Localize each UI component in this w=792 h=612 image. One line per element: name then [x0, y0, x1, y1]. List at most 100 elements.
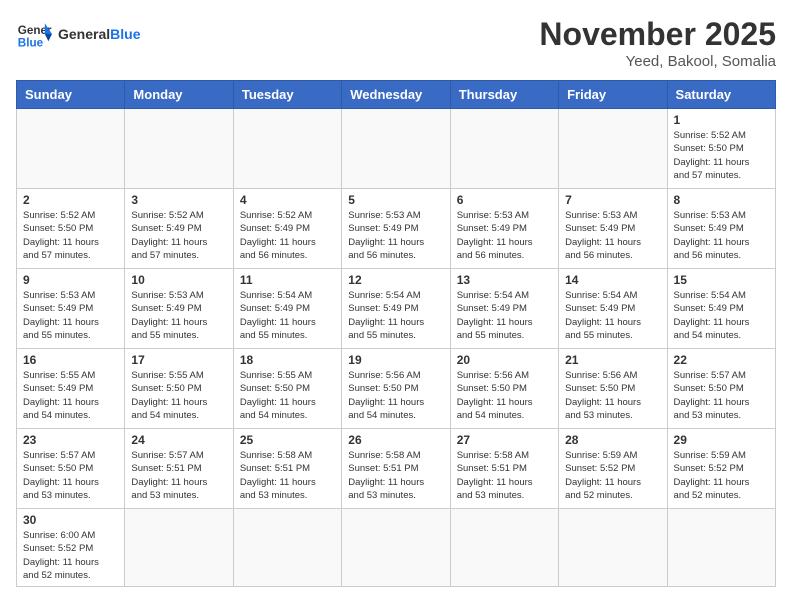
calendar-cell: 30 Sunrise: 6:00 AM Sunset: 5:52 PM Dayli… [17, 509, 125, 587]
calendar-cell [559, 109, 667, 189]
calendar-cell: 18 Sunrise: 5:55 AM Sunset: 5:50 PM Dayli… [233, 349, 341, 429]
day-number: 27 [457, 433, 552, 447]
day-info: Sunrise: 5:54 AM Sunset: 5:49 PM Dayligh… [457, 289, 552, 342]
calendar-table: SundayMondayTuesdayWednesdayThursdayFrid… [16, 80, 776, 587]
day-number: 4 [240, 193, 335, 207]
day-number: 5 [348, 193, 443, 207]
calendar-cell: 17 Sunrise: 5:55 AM Sunset: 5:50 PM Dayli… [125, 349, 233, 429]
calendar-cell: 9 Sunrise: 5:53 AM Sunset: 5:49 PM Daylig… [17, 269, 125, 349]
day-info: Sunrise: 5:55 AM Sunset: 5:50 PM Dayligh… [240, 369, 335, 422]
calendar-cell: 23 Sunrise: 5:57 AM Sunset: 5:50 PM Dayli… [17, 429, 125, 509]
calendar-cell [559, 509, 667, 587]
day-info: Sunrise: 5:57 AM Sunset: 5:50 PM Dayligh… [23, 449, 118, 502]
day-number: 19 [348, 353, 443, 367]
day-number: 12 [348, 273, 443, 287]
day-info: Sunrise: 5:57 AM Sunset: 5:51 PM Dayligh… [131, 449, 226, 502]
day-number: 18 [240, 353, 335, 367]
day-number: 16 [23, 353, 118, 367]
calendar-cell: 20Sunrise: 5:56 AM Sunset: 5:50 PM Dayli… [450, 349, 558, 429]
day-info: Sunrise: 5:56 AM Sunset: 5:50 PM Dayligh… [565, 369, 660, 422]
weekday-header-sunday: Sunday [17, 81, 125, 109]
day-number: 29 [674, 433, 769, 447]
calendar-cell: 27 Sunrise: 5:58 AM Sunset: 5:51 PM Dayli… [450, 429, 558, 509]
svg-text:Blue: Blue [18, 37, 44, 50]
day-info: Sunrise: 5:55 AM Sunset: 5:50 PM Dayligh… [131, 369, 226, 422]
day-info: Sunrise: 5:52 AM Sunset: 5:50 PM Dayligh… [23, 209, 118, 262]
day-info: Sunrise: 5:54 AM Sunset: 5:49 PM Dayligh… [240, 289, 335, 342]
day-number: 10 [131, 273, 226, 287]
day-info: Sunrise: 5:53 AM Sunset: 5:49 PM Dayligh… [565, 209, 660, 262]
weekday-header-saturday: Saturday [667, 81, 775, 109]
day-number: 24 [131, 433, 226, 447]
weekday-header-friday: Friday [559, 81, 667, 109]
calendar-cell [233, 109, 341, 189]
day-number: 26 [348, 433, 443, 447]
calendar-cell [667, 509, 775, 587]
day-info: Sunrise: 5:56 AM Sunset: 5:50 PM Dayligh… [457, 369, 552, 422]
title-block: November 2025 Yeed, Bakool, Somalia [539, 16, 776, 70]
calendar-cell: 21 Sunrise: 5:56 AM Sunset: 5:50 PM Dayli… [559, 349, 667, 429]
location-subtitle: Yeed, Bakool, Somalia [539, 53, 776, 70]
day-info: Sunrise: 6:00 AM Sunset: 5:52 PM Dayligh… [23, 529, 118, 582]
day-info: Sunrise: 5:58 AM Sunset: 5:51 PM Dayligh… [348, 449, 443, 502]
day-number: 17 [131, 353, 226, 367]
day-number: 14 [565, 273, 660, 287]
calendar-cell [233, 509, 341, 587]
calendar-cell: 1Sunrise: 5:52 AM Sunset: 5:50 PM Daylig… [667, 109, 775, 189]
day-number: 21 [565, 353, 660, 367]
calendar-cell: 26 Sunrise: 5:58 AM Sunset: 5:51 PM Dayli… [342, 429, 450, 509]
calendar-cell: 24 Sunrise: 5:57 AM Sunset: 5:51 PM Dayli… [125, 429, 233, 509]
day-info: Sunrise: 5:54 AM Sunset: 5:49 PM Dayligh… [674, 289, 769, 342]
day-number: 22 [674, 353, 769, 367]
calendar-cell [17, 109, 125, 189]
day-info: Sunrise: 5:53 AM Sunset: 5:49 PM Dayligh… [674, 209, 769, 262]
calendar-cell: 16 Sunrise: 5:55 AM Sunset: 5:49 PM Dayli… [17, 349, 125, 429]
day-info: Sunrise: 5:54 AM Sunset: 5:49 PM Dayligh… [565, 289, 660, 342]
day-number: 13 [457, 273, 552, 287]
calendar-week-row: 16 Sunrise: 5:55 AM Sunset: 5:49 PM Dayli… [17, 349, 776, 429]
month-year-title: November 2025 [539, 16, 776, 53]
day-info: Sunrise: 5:59 AM Sunset: 5:52 PM Dayligh… [565, 449, 660, 502]
day-info: Sunrise: 5:59 AM Sunset: 5:52 PM Dayligh… [674, 449, 769, 502]
calendar-cell: 22 Sunrise: 5:57 AM Sunset: 5:50 PM Dayli… [667, 349, 775, 429]
calendar-cell: 15 Sunrise: 5:54 AM Sunset: 5:49 PM Dayli… [667, 269, 775, 349]
calendar-cell: 5 Sunrise: 5:53 AM Sunset: 5:49 PM Daylig… [342, 189, 450, 269]
day-number: 23 [23, 433, 118, 447]
calendar-cell [450, 509, 558, 587]
page-header: General Blue GeneralBlue November 2025 Y… [16, 16, 776, 70]
weekday-header-wednesday: Wednesday [342, 81, 450, 109]
day-info: Sunrise: 5:56 AM Sunset: 5:50 PM Dayligh… [348, 369, 443, 422]
day-info: Sunrise: 5:57 AM Sunset: 5:50 PM Dayligh… [674, 369, 769, 422]
day-info: Sunrise: 5:54 AM Sunset: 5:49 PM Dayligh… [348, 289, 443, 342]
day-info: Sunrise: 5:53 AM Sunset: 5:49 PM Dayligh… [348, 209, 443, 262]
day-number: 9 [23, 273, 118, 287]
calendar-cell: 6Sunrise: 5:53 AM Sunset: 5:49 PM Daylig… [450, 189, 558, 269]
calendar-cell: 8 Sunrise: 5:53 AM Sunset: 5:49 PM Daylig… [667, 189, 775, 269]
day-number: 30 [23, 513, 118, 527]
calendar-cell [125, 509, 233, 587]
calendar-cell: 11Sunrise: 5:54 AM Sunset: 5:49 PM Dayli… [233, 269, 341, 349]
day-info: Sunrise: 5:53 AM Sunset: 5:49 PM Dayligh… [131, 289, 226, 342]
calendar-cell: 7Sunrise: 5:53 AM Sunset: 5:49 PM Daylig… [559, 189, 667, 269]
weekday-header-row: SundayMondayTuesdayWednesdayThursdayFrid… [17, 81, 776, 109]
day-info: Sunrise: 5:52 AM Sunset: 5:50 PM Dayligh… [674, 129, 769, 182]
weekday-header-monday: Monday [125, 81, 233, 109]
day-number: 25 [240, 433, 335, 447]
logo: General Blue GeneralBlue [16, 16, 140, 52]
calendar-cell: 2Sunrise: 5:52 AM Sunset: 5:50 PM Daylig… [17, 189, 125, 269]
day-info: Sunrise: 5:52 AM Sunset: 5:49 PM Dayligh… [131, 209, 226, 262]
calendar-cell: 19 Sunrise: 5:56 AM Sunset: 5:50 PM Dayli… [342, 349, 450, 429]
day-info: Sunrise: 5:53 AM Sunset: 5:49 PM Dayligh… [23, 289, 118, 342]
calendar-cell: 25Sunrise: 5:58 AM Sunset: 5:51 PM Dayli… [233, 429, 341, 509]
calendar-week-row: 9 Sunrise: 5:53 AM Sunset: 5:49 PM Daylig… [17, 269, 776, 349]
day-info: Sunrise: 5:55 AM Sunset: 5:49 PM Dayligh… [23, 369, 118, 422]
day-number: 8 [674, 193, 769, 207]
calendar-cell [342, 109, 450, 189]
calendar-cell: 10 Sunrise: 5:53 AM Sunset: 5:49 PM Dayli… [125, 269, 233, 349]
calendar-week-row: 30 Sunrise: 6:00 AM Sunset: 5:52 PM Dayli… [17, 509, 776, 587]
day-info: Sunrise: 5:53 AM Sunset: 5:49 PM Dayligh… [457, 209, 552, 262]
calendar-cell: 29 Sunrise: 5:59 AM Sunset: 5:52 PM Dayli… [667, 429, 775, 509]
day-number: 15 [674, 273, 769, 287]
day-number: 3 [131, 193, 226, 207]
day-info: Sunrise: 5:58 AM Sunset: 5:51 PM Dayligh… [457, 449, 552, 502]
